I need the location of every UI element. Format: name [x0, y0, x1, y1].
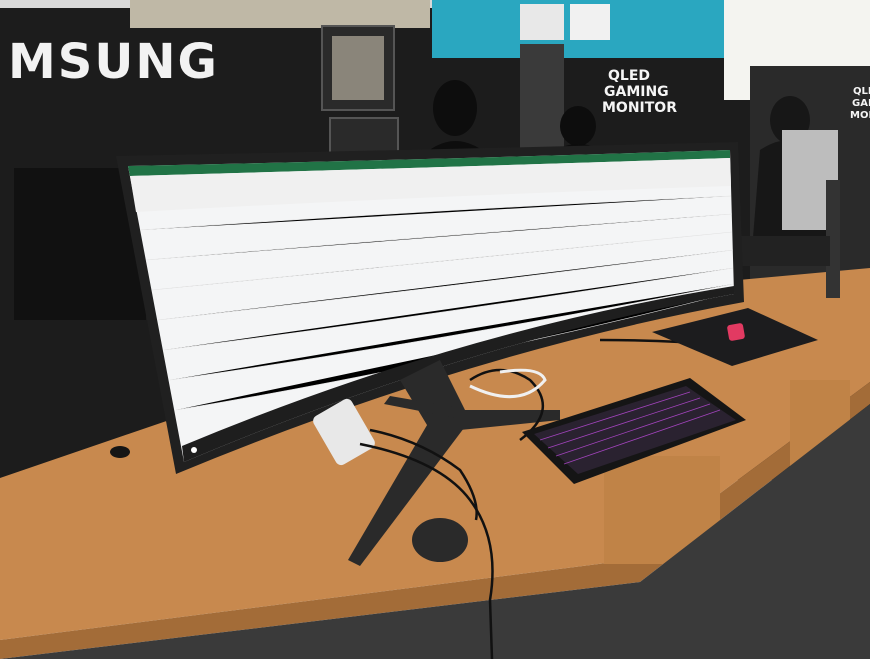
top-display-left	[130, 0, 430, 28]
windows-start-icon	[191, 447, 197, 453]
desk-object	[110, 446, 130, 458]
photo-scene: MSUNG QLED GAMING MONITOR QLED GAMING MO…	[0, 0, 870, 659]
svg-text:QLED: QLED	[608, 68, 650, 84]
top-display-panel-2	[570, 4, 610, 40]
svg-text:MONITOR: MONITOR	[850, 110, 870, 121]
samsung-wall-logo: MSUNG	[8, 34, 219, 90]
top-display-panel-1	[520, 4, 564, 40]
wall-frame-1-inner	[332, 36, 384, 100]
svg-text:QLED: QLED	[853, 86, 870, 97]
svg-text:GAMING: GAMING	[604, 84, 669, 100]
gaming-mouse	[412, 518, 468, 562]
laptop-logo-icon	[727, 323, 745, 341]
svg-text:GAMING: GAMING	[852, 98, 870, 109]
svg-text:MONITOR: MONITOR	[602, 100, 677, 116]
wall-shelf	[520, 44, 564, 150]
